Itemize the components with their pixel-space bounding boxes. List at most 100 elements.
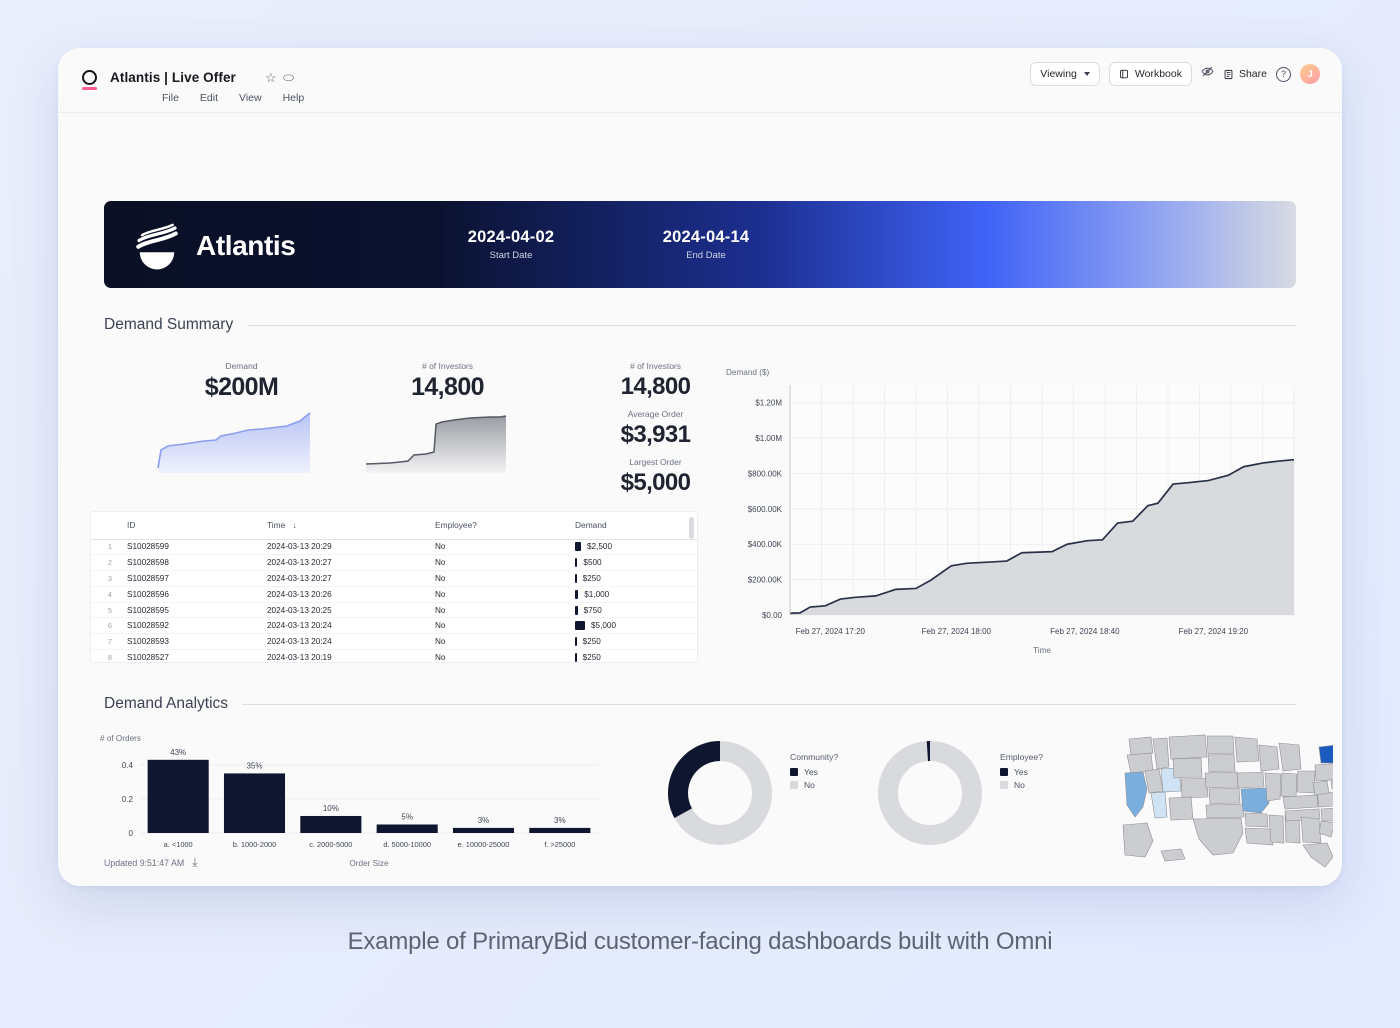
map-state-la[interactable] bbox=[1245, 828, 1273, 845]
map-state-ks[interactable] bbox=[1209, 788, 1240, 804]
share-button[interactable]: Share bbox=[1223, 68, 1267, 80]
map-state-ar[interactable] bbox=[1245, 813, 1268, 827]
map-state-oh[interactable] bbox=[1297, 771, 1315, 793]
map-state-fl[interactable] bbox=[1303, 843, 1333, 867]
bar[interactable] bbox=[377, 824, 438, 833]
bar[interactable] bbox=[529, 828, 590, 833]
bar[interactable] bbox=[300, 816, 361, 833]
map-state-in[interactable] bbox=[1281, 773, 1297, 797]
table-scrollbar[interactable] bbox=[689, 517, 694, 539]
avatar[interactable]: J bbox=[1300, 64, 1320, 84]
map-state-nm[interactable] bbox=[1169, 797, 1193, 820]
map-state-mt[interactable] bbox=[1169, 735, 1207, 759]
bar[interactable] bbox=[224, 773, 285, 833]
download-icon[interactable]: ⤓ bbox=[192, 855, 197, 870]
section-title: Demand Summary bbox=[104, 316, 233, 334]
donut-slice-no[interactable] bbox=[888, 751, 972, 835]
menu-view[interactable]: View bbox=[239, 92, 262, 104]
map-state-wa[interactable] bbox=[1129, 737, 1153, 755]
omni-logo[interactable] bbox=[82, 70, 99, 92]
table-row[interactable]: 6S100285922024-03-13 20:24No$5,000 bbox=[91, 618, 697, 634]
map-state-sd[interactable] bbox=[1208, 754, 1235, 772]
legend-item[interactable]: Yes bbox=[790, 767, 838, 777]
star-icon[interactable]: ☆ bbox=[265, 71, 277, 84]
map-state-il[interactable] bbox=[1265, 773, 1281, 801]
map-state-id[interactable] bbox=[1153, 738, 1169, 769]
map-state-ky[interactable] bbox=[1283, 795, 1318, 809]
row-number: 7 bbox=[91, 634, 119, 650]
cell-employee: No bbox=[427, 618, 567, 634]
legend-item[interactable]: No bbox=[790, 780, 838, 790]
orders-table[interactable]: ID Time ↓ Employee? Demand 1S10028599202… bbox=[90, 511, 698, 663]
demand-by-state-map[interactable] bbox=[1101, 729, 1333, 879]
sort-descending-icon: ↓ bbox=[293, 520, 297, 530]
map-state-ny[interactable] bbox=[1319, 743, 1333, 763]
section-demand-analytics-header: Demand Analytics bbox=[104, 695, 1296, 713]
table-header-row: ID Time ↓ Employee? Demand bbox=[91, 512, 697, 539]
map-state-az[interactable] bbox=[1151, 792, 1167, 818]
help-icon[interactable]: ? bbox=[1276, 67, 1291, 82]
column-header-employee[interactable]: Employee? bbox=[427, 512, 567, 539]
map-state-wy[interactable] bbox=[1173, 758, 1202, 778]
map-state-ia[interactable] bbox=[1237, 772, 1264, 788]
hide-preview-icon[interactable] bbox=[1201, 65, 1214, 83]
map-state-ok[interactable] bbox=[1206, 804, 1244, 818]
map-state-nd[interactable] bbox=[1207, 736, 1234, 754]
row-number: 6 bbox=[91, 618, 119, 634]
bar-data-label: 10% bbox=[323, 804, 339, 813]
legend-item[interactable]: Yes bbox=[1000, 767, 1043, 777]
cell-employee: No bbox=[427, 555, 567, 571]
kpi-value: 14,800 bbox=[330, 373, 565, 402]
menu-help[interactable]: Help bbox=[283, 92, 305, 104]
table-row[interactable]: 3S100285972024-03-13 20:27No$250 bbox=[91, 571, 697, 587]
x-axis-tick: Feb 27, 2024 18:40 bbox=[1050, 627, 1120, 636]
x-axis-title: Order Size bbox=[349, 859, 389, 868]
column-header-id[interactable]: ID bbox=[119, 512, 259, 539]
table-row[interactable]: 8S100285272024-03-13 20:19No$250 bbox=[91, 650, 697, 663]
menu-file[interactable]: File bbox=[162, 92, 179, 104]
map-state-wv[interactable] bbox=[1313, 781, 1329, 795]
map-state-hi[interactable] bbox=[1161, 849, 1185, 861]
map-state-pa[interactable] bbox=[1315, 763, 1333, 781]
bar[interactable] bbox=[453, 828, 514, 833]
map-state-co[interactable] bbox=[1181, 778, 1208, 798]
bar[interactable] bbox=[148, 760, 209, 833]
cell-demand: $250 bbox=[567, 571, 697, 587]
map-state-ga[interactable] bbox=[1301, 817, 1321, 843]
map-state-ak[interactable] bbox=[1123, 823, 1153, 857]
table-row[interactable]: 1S100285992024-03-13 20:29No$2,500 bbox=[91, 539, 697, 555]
menu-edit[interactable]: Edit bbox=[200, 92, 218, 104]
map-state-ne[interactable] bbox=[1205, 772, 1238, 788]
map-state-tx[interactable] bbox=[1193, 818, 1243, 855]
column-header-time[interactable]: Time ↓ bbox=[259, 512, 427, 539]
map-state-or[interactable] bbox=[1127, 753, 1153, 773]
map-state-nv[interactable] bbox=[1145, 769, 1163, 793]
y-axis-tick: 0.2 bbox=[122, 795, 134, 804]
demand-value: $250 bbox=[583, 653, 601, 662]
bar-data-label: 5% bbox=[401, 812, 413, 821]
workbook-button[interactable]: Workbook bbox=[1109, 62, 1192, 86]
demand-value: $5,000 bbox=[591, 621, 616, 630]
map-state-nc[interactable] bbox=[1321, 807, 1333, 821]
viewing-mode-dropdown[interactable]: Viewing bbox=[1030, 62, 1100, 86]
column-header-demand[interactable]: Demand bbox=[567, 512, 697, 539]
table-row[interactable]: 4S100285962024-03-13 20:26No$1,000 bbox=[91, 586, 697, 602]
map-state-sc[interactable] bbox=[1319, 821, 1333, 837]
map-state-md[interactable] bbox=[1331, 779, 1333, 789]
map-state-ms[interactable] bbox=[1269, 815, 1284, 843]
map-state-ca[interactable] bbox=[1125, 772, 1147, 817]
brand-name: Atlantis bbox=[196, 230, 295, 262]
table-row[interactable]: 2S100285982024-03-13 20:27No$500 bbox=[91, 555, 697, 571]
map-state-wi[interactable] bbox=[1259, 745, 1279, 771]
map-state-mn[interactable] bbox=[1235, 737, 1259, 762]
table-row[interactable]: 7S100285932024-03-13 20:24No$250 bbox=[91, 634, 697, 650]
donut-slice-yes[interactable] bbox=[668, 741, 720, 818]
map-state-mo[interactable] bbox=[1241, 788, 1269, 813]
titlebar: Atlantis | Live Offer ☆ ⬭ File Edit View… bbox=[58, 48, 1342, 113]
table-row[interactable]: 5S100285952024-03-13 20:25No$750 bbox=[91, 602, 697, 618]
map-state-mi[interactable] bbox=[1279, 743, 1301, 771]
tag-icon[interactable]: ⬭ bbox=[283, 71, 294, 84]
legend-item[interactable]: No bbox=[1000, 780, 1043, 790]
chevron-down-icon bbox=[1084, 72, 1090, 76]
share-label: Share bbox=[1239, 68, 1267, 80]
